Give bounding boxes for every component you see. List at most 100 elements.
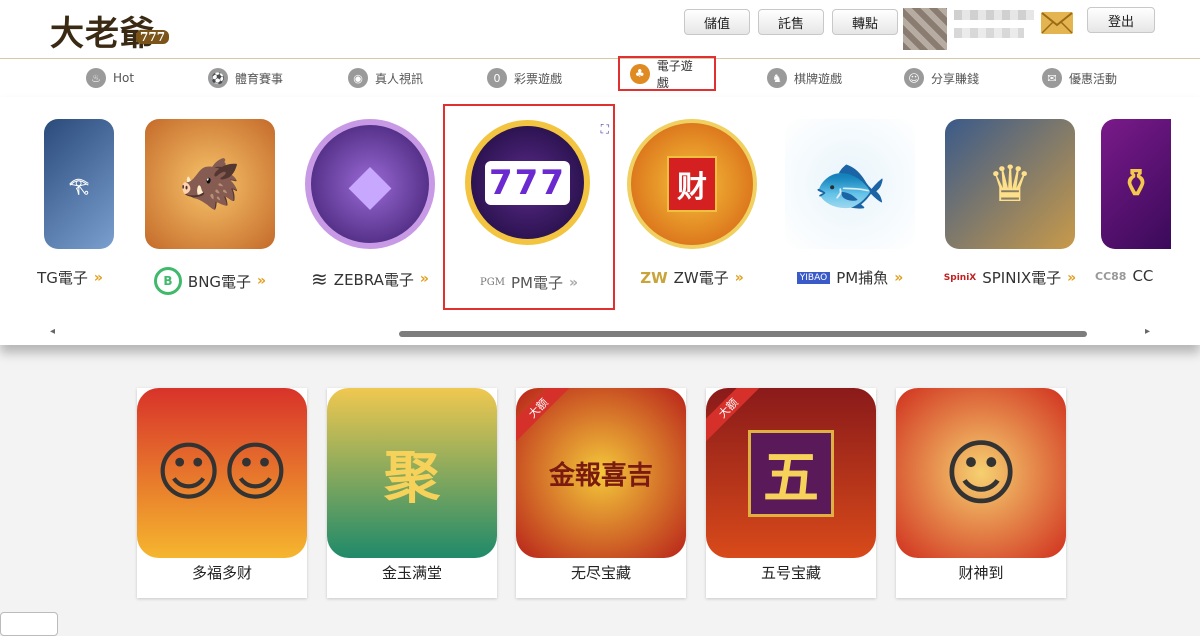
scroll-left-arrow[interactable]: ◂ <box>50 326 55 337</box>
provider-label: YIBAO PM捕魚 » <box>770 267 930 288</box>
game-card[interactable]: 五 大额 五号宝藏 <box>706 388 876 598</box>
nav-item-chess-cards[interactable]: ♞ 棋牌遊戲 <box>767 65 842 91</box>
deposit-button[interactable]: 儲值 <box>684 9 750 35</box>
transfer-button[interactable]: 轉點 <box>832 9 898 35</box>
flame-icon: ♨ <box>86 68 106 88</box>
yibao-logo: YIBAO <box>796 271 831 284</box>
game-card[interactable]: 金報喜吉 大额 无尽宝藏 <box>516 388 686 598</box>
cc88-logo: CC88 <box>1095 269 1127 283</box>
nav-item-label: 體育賽事 <box>235 71 284 86</box>
chevron-right-icon: » <box>894 269 904 286</box>
pgm-logo: PGM <box>479 277 505 288</box>
provider-label: ≋ ZEBRA電子 » <box>290 267 450 291</box>
provider-art: 777 <box>465 120 590 245</box>
game-title: 无尽宝藏 <box>570 564 631 582</box>
art-glyph: 聚 <box>384 444 440 511</box>
account-name-blurred <box>954 10 1034 20</box>
badge-text: 大额 <box>516 388 570 442</box>
game-art: 聚 <box>327 388 497 558</box>
game-title: 多福多财 <box>191 564 252 582</box>
bng-logo-icon: B <box>153 267 182 295</box>
provider-zebra[interactable]: ◆ ≋ ZEBRA電子 » <box>290 107 450 307</box>
corner-tab[interactable] <box>0 612 58 636</box>
nav-item-promotions[interactable]: ✉ 優惠活動 <box>1042 65 1117 91</box>
chevron-right-icon: » <box>257 273 267 289</box>
provider-art: ♛ <box>945 119 1075 249</box>
provider-name: ZEBRA電子 <box>333 270 414 289</box>
game-card[interactable]: 聚 金玉满堂 <box>327 388 497 598</box>
provider-pm-fishing[interactable]: 🐟 YIBAO PM捕魚 » <box>770 107 930 307</box>
nav-item-slots[interactable]: ♣ 電子遊戲 <box>618 56 716 91</box>
provider-art: 🐗 <box>145 119 275 249</box>
zw-logo: ZW <box>640 268 668 287</box>
badge-text: 大额 <box>706 388 760 442</box>
nav-item-sports[interactable]: ⚽ 體育賽事 <box>208 65 283 91</box>
lottery-ball-icon: 0 <box>487 68 507 88</box>
top-header: 大老爺 777 儲值 託售 轉點 登出 <box>0 0 1200 58</box>
game-title: 财神到 <box>958 564 1004 582</box>
game-title: 金玉满堂 <box>381 564 442 582</box>
site-logo[interactable]: 大老爺 777 <box>50 6 170 55</box>
game-title: 五号宝藏 <box>760 564 821 582</box>
chevron-right-icon: » <box>734 269 744 286</box>
provider-spinix[interactable]: ♛ SpiniX SPINIX電子 » <box>930 107 1090 307</box>
soccer-ball-icon: ⚽ <box>208 68 228 88</box>
art-glyph: 金報喜吉 <box>548 460 653 491</box>
provider-art: ◆ <box>305 119 435 249</box>
art-glyph: 五 <box>748 429 834 517</box>
provider-art: 财 <box>627 119 757 249</box>
provider-label: PGM PM電子 » <box>445 272 613 293</box>
expand-icon[interactable]: ⛶ <box>601 122 609 137</box>
badge-ribbon: 大额 <box>516 388 570 442</box>
nav-item-lottery[interactable]: 0 彩票遊戲 <box>487 65 562 91</box>
chevron-right-icon: » <box>419 271 429 287</box>
scroll-right-arrow[interactable]: ▸ <box>1145 326 1150 337</box>
sell-button[interactable]: 託售 <box>758 9 824 35</box>
nav-item-label: 真人視訊 <box>375 71 424 86</box>
nav-item-label: 電子遊戲 <box>656 58 693 90</box>
nav-item-label: 棋牌遊戲 <box>794 71 843 86</box>
game-art: ☺ <box>896 388 1066 558</box>
nav-item-share-earn[interactable]: ☺ 分享賺錢 <box>904 65 979 91</box>
main-nav: ♨ Hot ⚽ 體育賽事 ◉ 真人視訊 0 彩票遊戲 ♣ 電子遊戲 ♞ 棋牌遊戲… <box>0 56 1200 98</box>
provider-art: ⚱ <box>1101 119 1171 249</box>
nav-item-live-casino[interactable]: ◉ 真人視訊 <box>348 65 423 91</box>
nav-item-hot[interactable]: ♨ Hot <box>86 65 134 91</box>
horizontal-scrollbar-thumb[interactable] <box>399 331 1087 337</box>
provider-tg[interactable]: 𓂀 TG電子 » <box>0 107 120 307</box>
nav-item-label: 分享賺錢 <box>931 71 980 86</box>
provider-name: BNG電子 <box>187 272 252 291</box>
fortune-sign: 财 <box>667 156 717 212</box>
game-card[interactable]: ☺☺ 多福多财 <box>137 388 307 598</box>
provider-zw[interactable]: 财 ZW ZW電子 » <box>612 107 772 307</box>
provider-art: 🐟 <box>785 119 915 249</box>
provider-dropdown: 𓂀 TG電子 » 🐗 B BNG電子 » ◆ ≋ ZEBRA電子 » ⛶ 777 PG… <box>0 97 1200 345</box>
provider-label: CC88 CC <box>1095 267 1200 285</box>
casino-chip-icon: ◉ <box>348 68 368 88</box>
nav-item-label: 彩票遊戲 <box>514 71 563 86</box>
avatar[interactable] <box>903 8 947 50</box>
nav-item-label: 優惠活動 <box>1069 71 1118 86</box>
provider-label: SpiniX SPINIX電子 » <box>930 267 1090 288</box>
logo-number: 777 <box>136 30 170 44</box>
provider-name: PM電子 <box>510 274 563 292</box>
provider-name: PM捕魚 <box>836 269 889 287</box>
provider-name: ZW電子 <box>673 269 729 287</box>
provider-bng[interactable]: 🐗 B BNG電子 » <box>130 107 290 307</box>
badge-ribbon: 大额 <box>706 388 760 442</box>
game-card[interactable]: ☺ 财神到 <box>896 388 1066 598</box>
account-balance-blurred <box>954 28 1024 38</box>
chevron-right-icon: » <box>1067 269 1077 286</box>
chevron-right-icon: » <box>568 274 578 291</box>
mail-icon[interactable] <box>1041 12 1073 34</box>
nav-item-label: Hot <box>113 71 135 85</box>
zebra-icon: ≋ <box>311 267 328 291</box>
provider-cc[interactable]: ⚱ CC88 CC <box>1085 107 1200 307</box>
gift-icon: ✉ <box>1042 68 1062 88</box>
spinix-logo: SpiniX <box>943 272 977 283</box>
logout-button[interactable]: 登出 <box>1087 7 1155 33</box>
provider-pm-slots[interactable]: ⛶ 777 PGM PM電子 » <box>443 104 615 310</box>
provider-name: TG電子 <box>37 269 88 287</box>
provider-label: ZW ZW電子 » <box>612 267 772 288</box>
provider-name: SPINIX電子 <box>982 269 1062 287</box>
